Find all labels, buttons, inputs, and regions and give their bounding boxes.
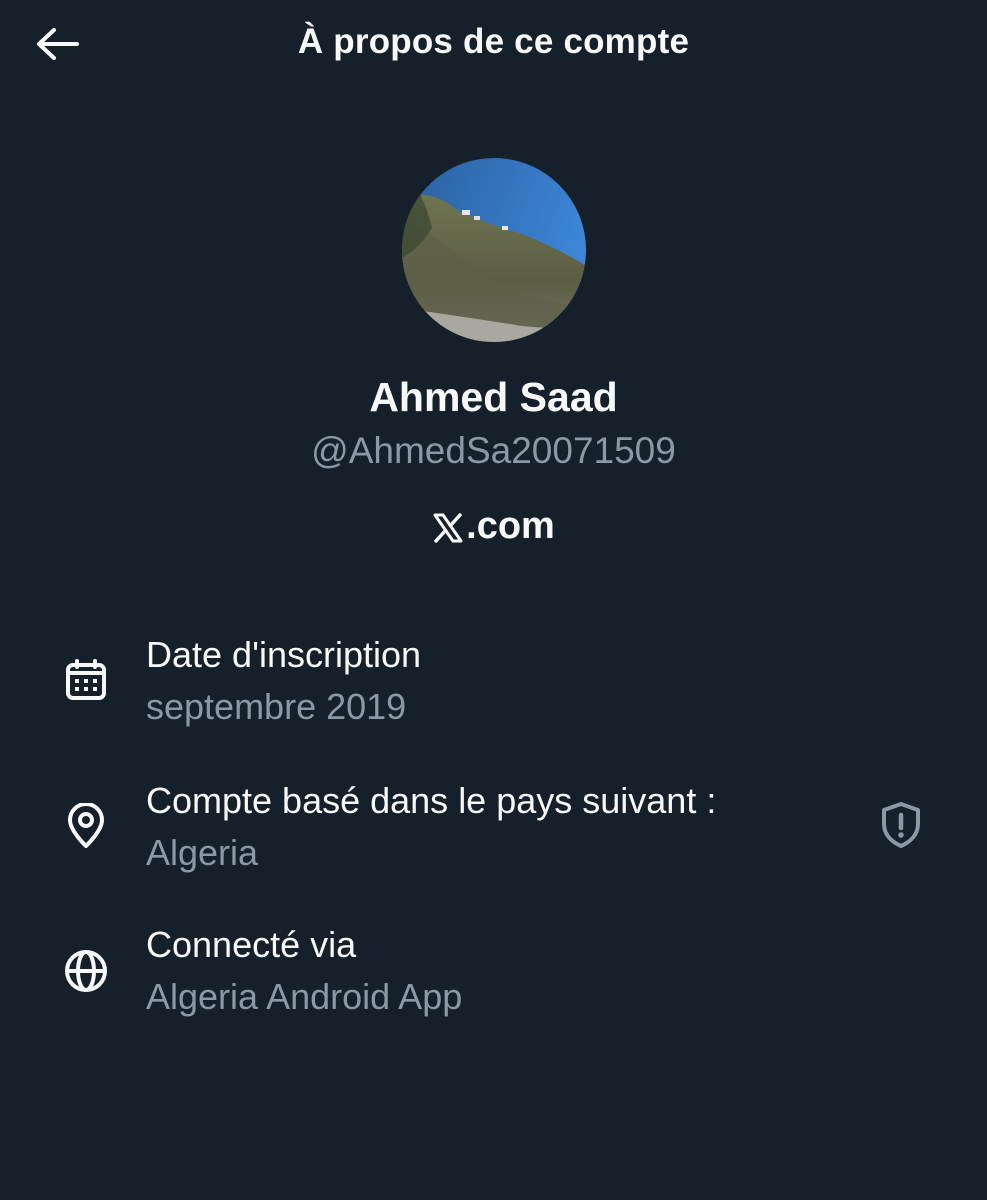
country-value: Algeria (146, 832, 259, 873)
joined-label: Date d'inscription (146, 634, 422, 675)
location-pin-icon (61, 801, 111, 851)
connected-via-label: Connecté via (146, 924, 357, 965)
x-logo-icon (433, 512, 463, 543)
globe-icon (61, 946, 111, 996)
profile-handle: @AhmedSa20071509 (311, 430, 676, 471)
page-title: À propos de ce compte (297, 22, 690, 61)
country-label: Compte basé dans le pays suivant : (146, 780, 717, 821)
joined-date-row: Date d'inscription septembre 2019 (0, 628, 987, 738)
brand-text: .com (466, 505, 555, 547)
country-info-button[interactable] (874, 798, 928, 852)
connected-via-value: Algeria Android App (146, 976, 463, 1017)
connected-via-row: Connecté via Algeria Android App (0, 918, 987, 1028)
top-bar: À propos de ce compte (0, 0, 987, 90)
profile-name: Ahmed Saad (369, 374, 618, 420)
calendar-icon (61, 655, 111, 705)
country-row: Compte basé dans le pays suivant : Alger… (0, 774, 987, 884)
shield-alert-icon (882, 802, 920, 848)
avatar (402, 158, 586, 342)
joined-value: septembre 2019 (146, 686, 407, 727)
brand-domain: .com (0, 505, 987, 548)
